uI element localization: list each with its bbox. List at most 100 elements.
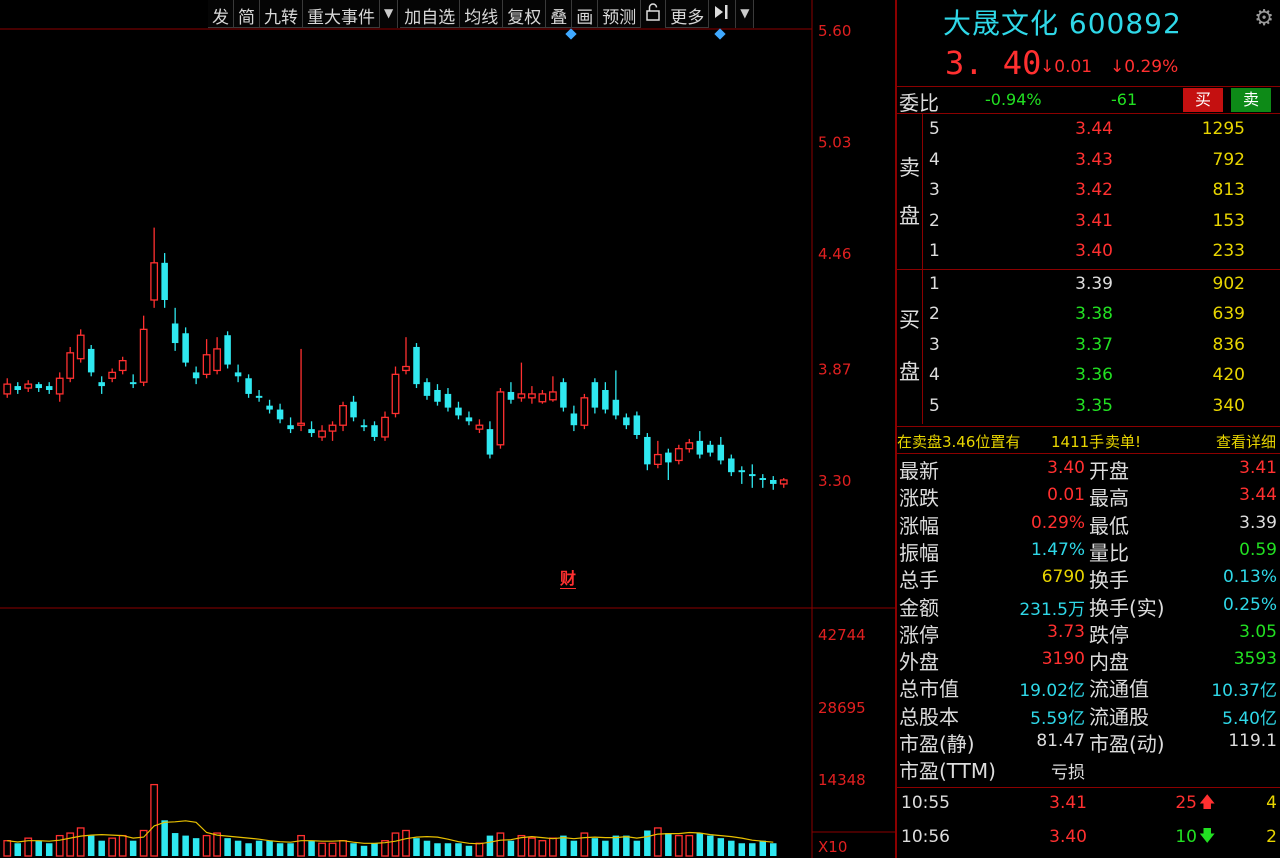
view-details-link[interactable]: 查看详细 (1216, 431, 1276, 452)
stat-label: 市盈(动) (1089, 732, 1165, 756)
volume-bar (623, 835, 630, 856)
bid-row[interactable]: 5 3.35 340 (923, 392, 1280, 423)
bid-row[interactable]: 1 3.39 902 (923, 270, 1280, 301)
stat-row: 涨停 3.73 跌停 3.05 (897, 619, 1280, 647)
order-ratio-label: 委比 (899, 91, 939, 115)
volume-bar (350, 843, 357, 856)
candle-body (76, 334, 85, 360)
stat-value: 0.25% (1222, 594, 1277, 615)
candle-body (517, 393, 526, 399)
toolbar-overlay-button[interactable]: 叠 (546, 0, 573, 28)
ask-row[interactable]: 1 3.40 233 (923, 237, 1280, 268)
toolbar-jiuzhuan-button[interactable]: 九转 (260, 0, 303, 28)
kline-chart-area[interactable]: 5.60 5.03 4.46 3.87 3.30 42744 28695 14348 X10 发… (0, 0, 895, 858)
order-book: 卖 盘 买 盘 5 3.44 1295 4 3.43 792 3 3.42 81… (897, 114, 1280, 424)
volume-bar (674, 834, 683, 857)
bid-row[interactable]: 3 3.37 836 (923, 331, 1280, 362)
chevron-down-icon[interactable]: ▼ (736, 0, 755, 28)
ask-row[interactable]: 4 3.43 792 (923, 146, 1280, 177)
candle-body (328, 424, 337, 432)
finance-report-badge[interactable]: 财 (560, 570, 577, 589)
candle-body (245, 378, 252, 394)
stat-row: 外盘 3190 内盘 3593 (897, 646, 1280, 674)
bid-row[interactable]: 4 3.36 420 (923, 361, 1280, 392)
bid-price: 3.38 (1075, 304, 1113, 324)
toolbar-major-events-button[interactable]: 重大事件 (303, 0, 380, 28)
last-price: 3. 40 (945, 44, 1042, 82)
bid-level: 1 (929, 274, 940, 294)
lock-icon[interactable] (641, 0, 667, 28)
ask-level: 1 (929, 241, 940, 261)
toolbar-adjust-button[interactable]: 复权 (503, 0, 547, 28)
candle-body (665, 452, 672, 463)
sell-side-label: 卖 盘 (897, 114, 923, 269)
alert-text: 在卖盘3.46位置有 (897, 433, 1021, 451)
ask-row[interactable]: 3 3.42 813 (923, 176, 1280, 207)
tick-row[interactable]: 10:56 3.40 10 🡇 2 (897, 822, 1280, 854)
volume-bar (653, 827, 662, 857)
volume-bar (528, 837, 536, 857)
arrow-up-icon: 🡅 (1199, 792, 1216, 811)
bid-volume: 420 (1212, 365, 1245, 385)
candle-body (434, 390, 441, 402)
collapse-panel-icon[interactable] (709, 0, 737, 28)
toolbar-more-button[interactable]: 更多 (666, 0, 710, 28)
volume-bar (486, 835, 494, 856)
stat-value: 231.5万 (1019, 599, 1085, 620)
bid-row[interactable]: 2 3.38 639 (923, 300, 1280, 331)
volume-bar (171, 833, 179, 856)
candle-body (45, 386, 53, 390)
volume-bar (98, 840, 105, 856)
bid-volume: 340 (1212, 396, 1245, 416)
buy-button[interactable]: 买 (1183, 88, 1223, 112)
stock-name: 大晟文化 (943, 7, 1060, 40)
toolbar-jian-button[interactable]: 简 (234, 0, 260, 28)
toolbar-fa-button[interactable]: 发 (208, 0, 234, 28)
ask-level: 2 (929, 211, 940, 231)
gear-icon[interactable]: ⚙ (1254, 6, 1274, 31)
ask-row[interactable]: 2 3.41 153 (923, 207, 1280, 238)
stat-value: 1.47% (1030, 539, 1085, 560)
toolbar-draw-button[interactable]: 画 (572, 0, 599, 28)
volume-bar (339, 840, 347, 857)
ask-volume: 792 (1212, 150, 1245, 170)
stat-row: 涨幅 0.29% 最低 3.39 (897, 510, 1280, 538)
stat-value: 3.41 (1239, 458, 1277, 478)
arrow-down-icon: ↓ (1040, 57, 1055, 77)
volume-bar (35, 840, 42, 856)
toolbar-add-watchlist-button[interactable]: 加自选 (400, 0, 461, 28)
toolbar-forecast-button[interactable]: 预测 (598, 0, 642, 28)
ask-volume: 233 (1212, 241, 1245, 261)
stat-row: 最新 3.40 开盘 3.41 (897, 455, 1280, 483)
ask-volume: 813 (1212, 180, 1245, 200)
volume-bar (371, 843, 378, 856)
price-tick-label: 5.03 (818, 134, 851, 152)
volume-bar (66, 832, 75, 857)
price-change: ↓0.01 (1040, 57, 1092, 77)
big-order-alert[interactable]: 在卖盘3.46位置有 1411手 卖单! 查看详细 (897, 426, 1280, 454)
volume-bar (45, 843, 53, 856)
stat-row: 总手 6790 换手 0.13% (897, 564, 1280, 592)
tick-row[interactable]: 10:55 3.41 25 🡅 4 (897, 788, 1280, 820)
candle-body (602, 390, 609, 410)
tick-count: 2 (1266, 827, 1277, 847)
volume-bar (255, 840, 263, 856)
volume-bar (287, 843, 294, 856)
volume-bar (202, 834, 211, 857)
candle-body (139, 328, 148, 383)
volume-bar (234, 840, 242, 856)
candle-body (24, 383, 33, 389)
volume-bar (87, 835, 95, 856)
ask-price: 3.40 (1075, 241, 1113, 261)
stat-value: 亏损 (1051, 763, 1085, 784)
chevron-down-icon[interactable]: ▼ (380, 0, 399, 28)
toolbar-ma-button[interactable]: 均线 (460, 0, 504, 28)
sell-button[interactable]: 卖 (1231, 88, 1271, 112)
volume-bar (360, 845, 368, 856)
ask-row[interactable]: 5 3.44 1295 (923, 115, 1280, 146)
candle-body (633, 415, 641, 435)
candle-body (308, 429, 315, 434)
stat-value: 10.37亿 (1211, 681, 1277, 702)
kline-chart[interactable]: 5.60 5.03 4.46 3.87 3.30 42744 28695 14348 X10 (0, 0, 895, 858)
volume-bar (475, 842, 484, 857)
